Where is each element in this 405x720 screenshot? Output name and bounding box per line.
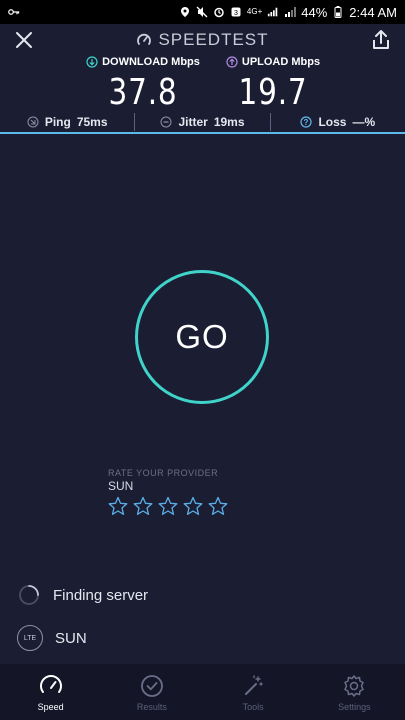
nav-speed-label: Speed (37, 701, 64, 712)
nav-results[interactable]: Results (101, 664, 202, 720)
status-bar: 3 4G+ 44% 2:44 AM (0, 0, 405, 24)
battery-percent: 44% (301, 4, 328, 20)
download-value: 37.8 (108, 72, 178, 113)
star-4-icon[interactable] (183, 496, 203, 516)
jitter-label: Jitter (178, 115, 208, 129)
rate-provider-heading: RATE YOUR PROVIDER (108, 468, 219, 478)
jitter-metric: Jitter 19ms (134, 113, 269, 131)
nav-tools[interactable]: Tools (203, 664, 304, 720)
provider-row[interactable]: LTE SUN (17, 625, 87, 651)
upload-label: UPLOAD Mbps (241, 56, 321, 68)
star-5-icon[interactable] (208, 496, 228, 516)
app-brand: SPEEDTEST (0, 30, 405, 50)
alarm-icon (214, 7, 224, 18)
star-3-icon[interactable] (158, 496, 178, 516)
share-icon[interactable] (369, 28, 393, 52)
network-type-tag: 4G+ (246, 7, 263, 16)
lte-badge-icon: LTE (17, 625, 43, 651)
key-icon (8, 9, 20, 15)
tools-wand-icon (245, 674, 263, 695)
upload-arrow-icon (226, 56, 238, 68)
svg-text:?: ? (304, 118, 309, 127)
upload-value: 19.7 (238, 72, 308, 113)
download-arrow-icon (86, 56, 98, 68)
ping-value: 75ms (76, 115, 108, 129)
jitter-value: 19ms (213, 115, 245, 129)
results-check-icon (140, 674, 163, 697)
upload-result: UPLOAD Mbps 19.7 (218, 54, 328, 113)
nav-results-label: Results (136, 701, 167, 712)
battery-icon (334, 6, 342, 18)
jitter-icon (160, 116, 172, 128)
signal-strength-icon (268, 7, 278, 17)
loss-label: Loss (318, 115, 347, 129)
star-rating (108, 496, 228, 516)
download-result: DOWNLOAD Mbps 37.8 (78, 54, 208, 113)
bottom-navigation: Speed Results Tools Settings (0, 664, 405, 720)
go-label: GO (175, 318, 229, 355)
nav-settings-label: Settings (338, 701, 371, 712)
brand-name: SPEEDTEST (158, 30, 269, 49)
loss-metric: ? Loss —% (269, 113, 405, 131)
speedtest-logo-icon (137, 33, 152, 45)
nav-speed[interactable]: Speed (0, 664, 101, 720)
loss-value: —% (352, 115, 376, 129)
finding-server-row: Finding server (17, 583, 148, 607)
star-2-icon[interactable] (133, 496, 153, 516)
download-label: DOWNLOAD Mbps (102, 56, 200, 68)
loading-spinner-icon (19, 585, 39, 605)
ping-label: Ping (44, 115, 71, 129)
nav-tools-label: Tools (242, 701, 264, 712)
svg-text:3: 3 (234, 10, 238, 17)
clock: 2:44 AM (349, 4, 397, 20)
provider-name: SUN (55, 629, 87, 647)
latency-metrics-bar: Ping 75ms Jitter 19ms ? Loss —% (0, 112, 405, 134)
rate-provider-section: RATE YOUR PROVIDER SUN (108, 468, 228, 516)
speed-gauge-icon (39, 674, 62, 693)
rate-provider-name: SUN (108, 479, 134, 493)
star-1-icon[interactable] (108, 496, 128, 516)
location-icon (180, 7, 189, 17)
go-button[interactable]: GO (135, 270, 269, 404)
ping-icon (27, 116, 39, 128)
help-icon[interactable]: ? (300, 116, 313, 128)
settings-gear-icon (344, 674, 365, 697)
app-notification-icon: 3 (231, 7, 241, 17)
finding-server-text: Finding server (53, 586, 149, 604)
ping-metric: Ping 75ms (0, 113, 134, 131)
signal-strength-secondary-icon (285, 7, 297, 17)
mute-icon (196, 6, 208, 18)
app-header: SPEEDTEST (0, 24, 405, 56)
nav-settings[interactable]: Settings (304, 664, 405, 720)
